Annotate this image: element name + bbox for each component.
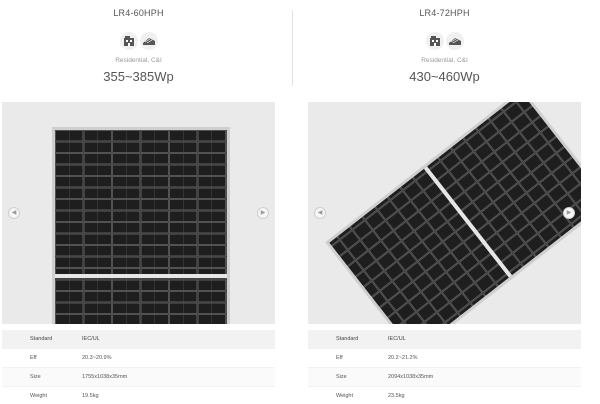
model-name: LR4-72HPH [419,8,470,18]
spec-value: 19.5kg [82,393,99,399]
model-name: LR4-60HPH [113,8,164,18]
power-range: 430~460Wp [409,69,480,84]
column-divider [292,10,293,86]
home-icon [119,32,138,50]
spec-row-weight: Weight 23.5kg [308,387,581,404]
segment-label: Residential, C&I [115,57,162,64]
home-icon [425,32,444,50]
spec-label: Standard [336,336,359,342]
spec-row-standard: Standard IEC/UL [308,330,581,349]
spec-value: 2094x1038x35mm [388,374,434,380]
carousel-prev-button[interactable]: ◀ [314,207,326,219]
spec-value: IEC/UL [82,336,100,342]
factory-roof-icon [139,32,158,50]
spec-row-standard: Standard IEC/UL [2,330,275,349]
spec-label: Size [30,374,41,380]
spec-row-size: Size 1755x1038x35mm [2,368,275,387]
product-image: ◀ ▶ [2,102,275,324]
spec-value: IEC/UL [388,336,406,342]
spec-value: 20.2~21.2% [388,355,418,361]
carousel-prev-button[interactable]: ◀ [8,207,20,219]
solar-panel-image [52,127,230,324]
spec-row-eff: Eff 20.2~21.2% [308,349,581,368]
application-icons [425,32,464,50]
spec-label: Weight [336,393,354,399]
factory-roof-icon [445,32,464,50]
spec-label: Eff [30,355,37,361]
carousel-next-button[interactable]: ▶ [563,207,575,219]
power-range: 355~385Wp [103,69,174,84]
solar-panel-image [325,102,581,324]
spec-table: Standard IEC/UL Eff 20.2~21.2% Size 2094… [308,330,581,404]
spec-row-size: Size 2094x1038x35mm [308,368,581,387]
application-icons [119,32,158,50]
spec-table: Standard IEC/UL Eff 20.3~20.9% Size 1755… [2,330,275,404]
spec-row-weight: Weight 19.5kg [2,387,275,404]
spec-row-eff: Eff 20.3~20.9% [2,349,275,368]
spec-value: 23.5kg [388,393,405,399]
spec-label: Weight [30,393,48,399]
product-image: ◀ ▶ [308,102,581,324]
spec-label: Standard [30,336,53,342]
spec-value: 20.3~20.9% [82,355,112,361]
spec-value: 1755x1038x35mm [82,374,128,380]
spec-label: Eff [336,355,343,361]
segment-label: Residential, C&I [421,57,468,64]
carousel-next-button[interactable]: ▶ [257,207,269,219]
spec-label: Size [336,374,347,380]
